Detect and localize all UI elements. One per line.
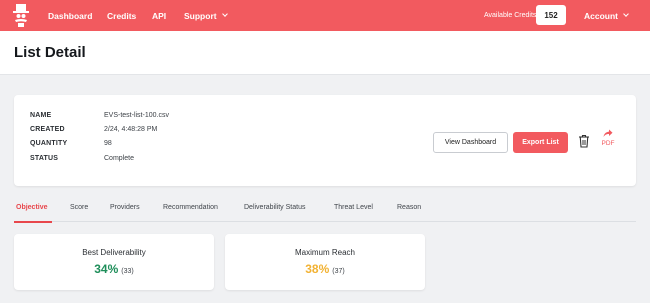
meta-row-quantity: QUANTITY 98 xyxy=(30,140,112,147)
list-detail-card: NAME EVS-test-list-100.csv CREATED 2/24,… xyxy=(14,95,636,186)
metric-percent: 34% xyxy=(94,262,119,276)
tab-objective[interactable]: Objective xyxy=(16,204,48,211)
meta-row-name: NAME EVS-test-list-100.csv xyxy=(30,112,169,119)
page-title: List Detail xyxy=(14,44,86,61)
metric-count: (33) xyxy=(121,268,134,275)
logo-icon[interactable] xyxy=(13,4,29,27)
nav-api[interactable]: API xyxy=(152,0,166,31)
chevron-down-icon xyxy=(623,11,629,17)
meta-row-status: STATUS Complete xyxy=(30,155,134,162)
metric-count: (37) xyxy=(332,268,345,275)
metric-card-best-deliverability: Best Deliverability 34% (33) xyxy=(14,234,214,290)
export-list-button[interactable]: Export List xyxy=(513,132,568,153)
tab-providers[interactable]: Providers xyxy=(110,204,140,211)
meta-value: EVS-test-list-100.csv xyxy=(104,112,169,119)
view-dashboard-button[interactable]: View Dashboard xyxy=(433,132,508,153)
meta-value: 2/24, 4:48:28 PM xyxy=(104,126,158,133)
active-tab-indicator xyxy=(14,221,52,223)
chevron-down-icon xyxy=(221,11,228,17)
tab-recommendation[interactable]: Recommendation xyxy=(163,204,218,211)
tab-threat-level[interactable]: Threat Level xyxy=(334,204,373,211)
top-navbar: Dashboard Credits API Support Available … xyxy=(0,0,650,31)
nav-credits[interactable]: Credits xyxy=(107,0,136,31)
credits-balance: 152 xyxy=(536,5,566,25)
available-credits-label: Available Credits xyxy=(484,12,537,19)
meta-value: 98 xyxy=(104,140,112,147)
pdf-export[interactable]: PDF xyxy=(599,129,617,153)
meta-row-created: CREATED 2/24, 4:48:28 PM xyxy=(30,126,157,133)
metric-title: Maximum Reach xyxy=(294,248,355,257)
account-menu[interactable]: Account xyxy=(584,0,629,31)
share-arrow-icon xyxy=(603,129,613,137)
nav-support[interactable]: Support xyxy=(184,0,228,31)
pdf-label: PDF xyxy=(601,140,615,147)
nav-dashboard[interactable]: Dashboard xyxy=(48,0,92,31)
tab-reason[interactable]: Reason xyxy=(397,204,421,211)
tab-bar: Objective Score Providers Recommendation… xyxy=(14,200,636,223)
page-header: List Detail xyxy=(0,31,650,75)
meta-value: Complete xyxy=(104,155,134,162)
metric-title: Best Deliverability xyxy=(82,248,146,257)
meta-key: NAME xyxy=(30,112,52,119)
trash-icon[interactable] xyxy=(578,134,590,148)
metric-percent: 38% xyxy=(305,262,330,276)
metric-card-maximum-reach: Maximum Reach 38% (37) xyxy=(225,234,425,290)
tab-score[interactable]: Score xyxy=(70,204,88,211)
meta-key: QUANTITY xyxy=(30,140,68,147)
tab-deliverability-status[interactable]: Deliverability Status xyxy=(244,204,305,211)
meta-key: CREATED xyxy=(30,126,65,133)
meta-key: STATUS xyxy=(30,155,59,162)
